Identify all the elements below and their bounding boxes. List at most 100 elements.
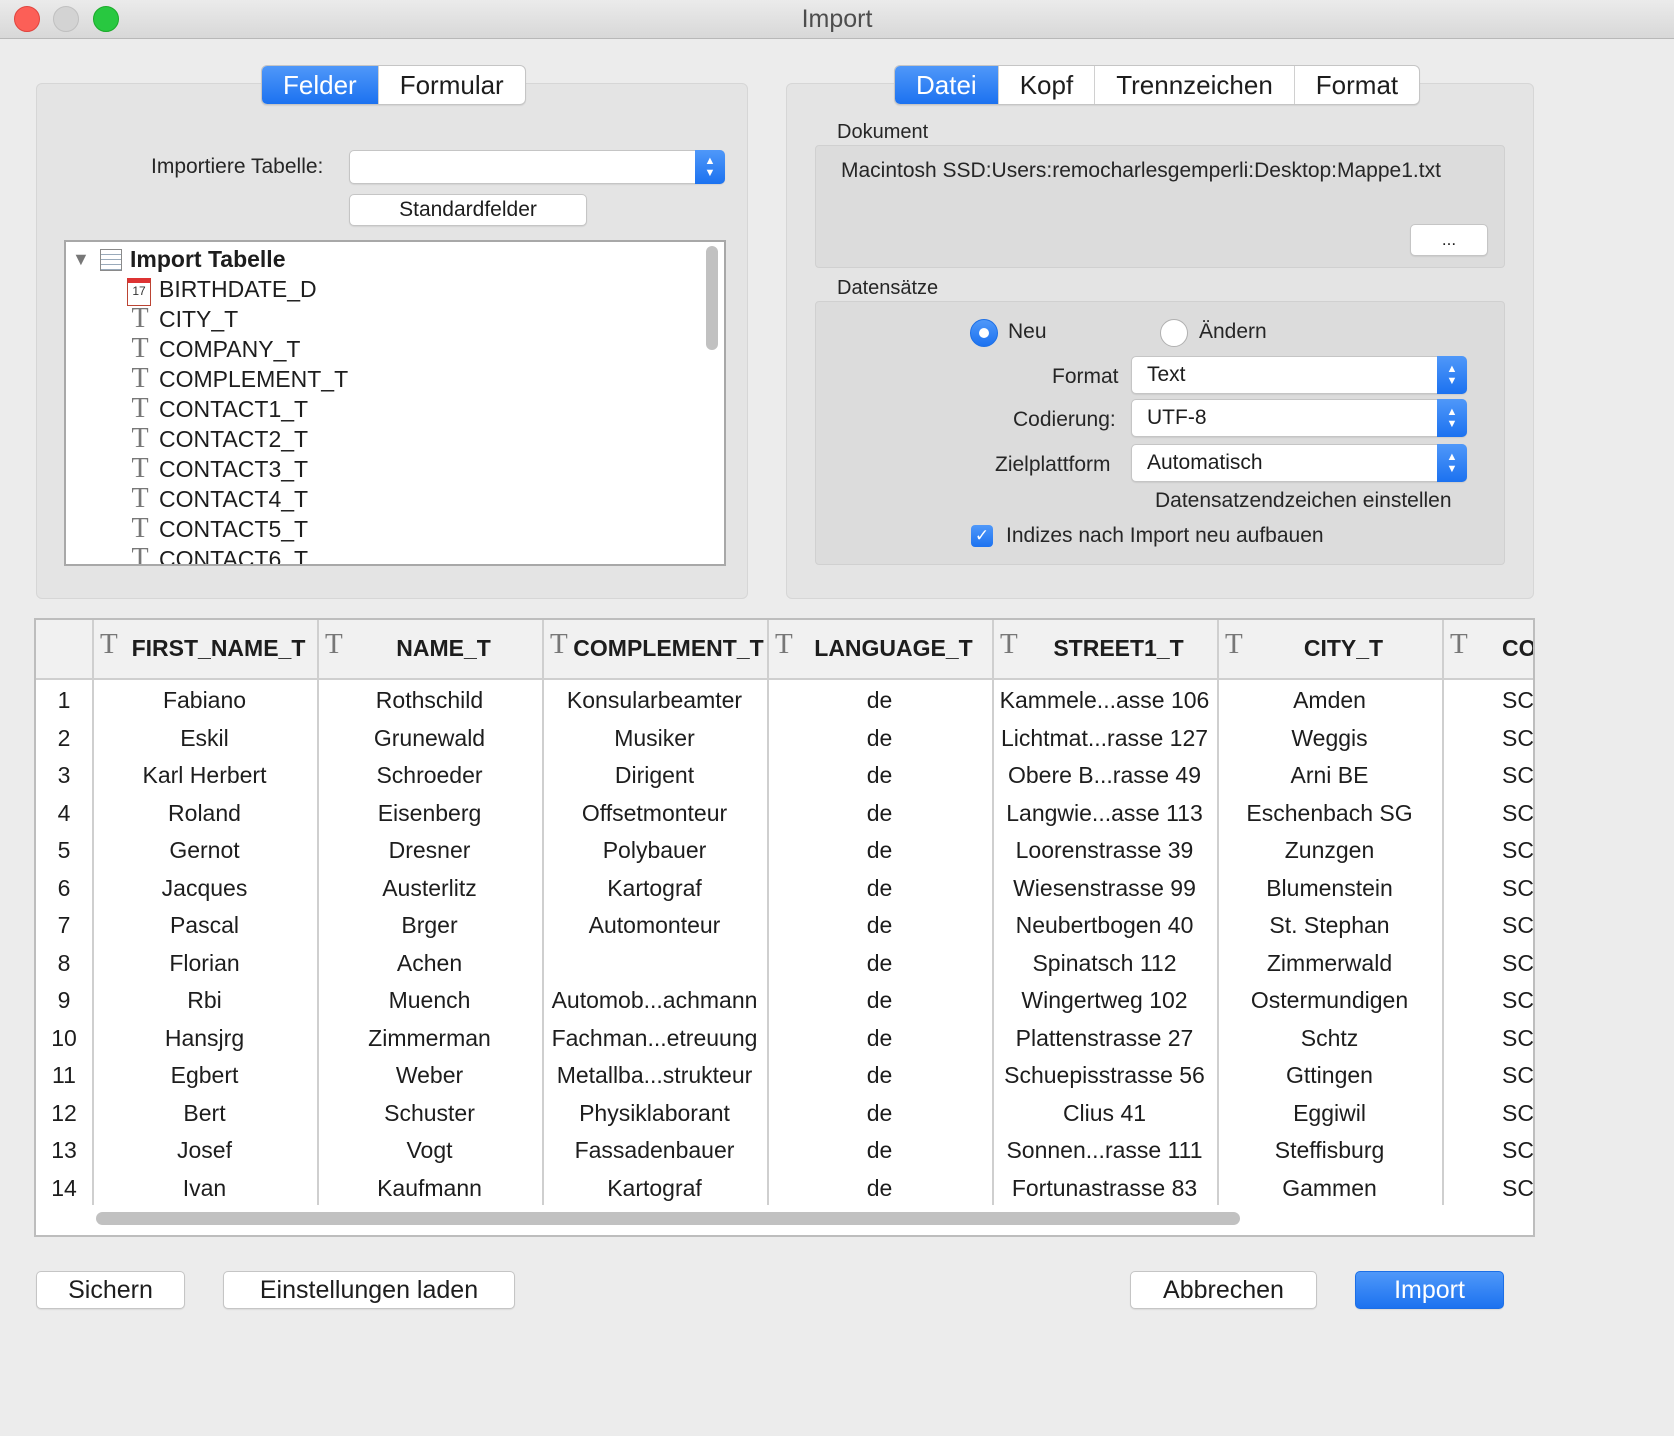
tab-trennzeichen[interactable]: Trennzeichen	[1095, 66, 1295, 104]
table-cell: de	[866, 874, 893, 901]
text-type-icon: T	[131, 513, 149, 544]
field-tree[interactable]: ▼ Import Tabelle 17 BIRTHDATE_D T CITY_T…	[64, 240, 726, 566]
table-cell: Langwie...asse 113	[1006, 799, 1203, 826]
table-cell: de	[866, 949, 893, 976]
column-header[interactable]: T COMPLEMENT_T	[542, 620, 767, 678]
table-cell: Gttingen	[1286, 1062, 1373, 1088]
table-cell: SC	[1502, 874, 1533, 901]
platform-label: Zielplattform	[995, 453, 1111, 476]
table-cell: Dresner	[388, 837, 471, 863]
table-cell: Gernot	[169, 837, 240, 863]
save-settings-button[interactable]: Sichern	[36, 1271, 185, 1309]
table-cell: SC	[1502, 1024, 1533, 1051]
chevron-updown-icon: ▲ ▼	[1437, 444, 1467, 482]
table-cell: Fabiano	[162, 687, 247, 713]
table-cell: de	[866, 912, 893, 938]
row-number: 5	[57, 837, 71, 863]
column-header[interactable]: TCO	[1442, 620, 1533, 678]
table-cell: Amden	[1293, 687, 1366, 713]
row-number: 4	[57, 799, 71, 826]
table-cell: Musiker	[614, 724, 695, 751]
radio-change[interactable]	[1160, 319, 1188, 347]
table-cell: Polybauer	[602, 837, 707, 863]
table-cell: Muench	[388, 987, 471, 1013]
import-table-select[interactable]: ▲ ▼	[349, 150, 725, 184]
standard-fields-button[interactable]: Standardfelder	[349, 194, 587, 226]
table-cell: SC	[1502, 912, 1533, 938]
calendar-icon: 17	[127, 278, 151, 306]
row-number: 13	[51, 1137, 77, 1163]
column-header[interactable]: T STREET1_T	[992, 620, 1217, 678]
table-cell: Loorenstrasse 39	[1015, 837, 1194, 863]
column-header[interactable]: T NAME_T	[317, 620, 542, 678]
rebuild-index-label: Indizes nach Import neu aufbauen	[1006, 524, 1324, 547]
tab-kopf[interactable]: Kopf	[999, 66, 1096, 104]
table-cell: Florian	[169, 949, 240, 976]
format-value: Text	[1147, 363, 1186, 386]
table-cell: Kartograf	[607, 874, 702, 901]
column-header[interactable]: T LANGUAGE_T	[767, 620, 992, 678]
table-cell: Bert	[183, 1099, 226, 1126]
table-cell: de	[866, 837, 893, 863]
document-section-label: Dokument	[837, 121, 929, 143]
record-end-link[interactable]: Datensatzendzeichen einstellen	[1155, 489, 1452, 513]
table-cell: de	[866, 762, 893, 788]
table-cell: Zunzgen	[1284, 837, 1375, 863]
table-cell: Spinatsch 112	[1032, 949, 1177, 976]
table-cell: Brger	[401, 912, 458, 938]
platform-select[interactable]: Automatisch ▲ ▼	[1131, 444, 1467, 482]
tree-field-label: COMPANY_T	[159, 336, 301, 362]
tab-felder[interactable]: Felder	[262, 66, 379, 104]
table-cell: St. Stephan	[1269, 912, 1390, 938]
table-cell: SC	[1502, 1137, 1533, 1163]
load-settings-button[interactable]: Einstellungen laden	[223, 1271, 515, 1309]
table-cell: Weber	[395, 1062, 464, 1088]
table-cell: Sonnen...rasse 111	[1006, 1137, 1203, 1163]
tree-scrollbar[interactable]	[706, 246, 718, 350]
table-cell: Schtz	[1300, 1024, 1359, 1051]
table-cell: Metallba...strukteur	[556, 1062, 753, 1088]
tree-field-label: CONTACT3_T	[159, 456, 309, 482]
row-number: 9	[57, 987, 71, 1013]
row-number: 1	[57, 687, 71, 713]
import-button[interactable]: Import	[1355, 1271, 1504, 1309]
rebuild-index-checkbox[interactable]: ✓	[971, 525, 993, 547]
text-type-icon: T	[131, 363, 149, 394]
table-cell: Plattenstrasse 27	[1015, 1024, 1194, 1051]
preview-table[interactable]: T FIRST_NAME_T T NAME_T T COMPLEMENT_T T LAN…	[34, 618, 1535, 1237]
table-cell: Automob...achmann	[551, 987, 758, 1013]
text-type-icon: T	[131, 333, 149, 364]
row-number: 3	[57, 762, 71, 788]
tab-format[interactable]: Format	[1295, 66, 1419, 104]
table-cell: Kartograf	[607, 1174, 702, 1201]
table-cell: Weggis	[1291, 724, 1368, 751]
browse-button[interactable]: ...	[1410, 224, 1488, 256]
right-tab-bar: Datei Kopf Trennzeichen Format	[894, 65, 1421, 105]
document-path: Macintosh SSD:Users:remocharlesgemperli:…	[841, 159, 1441, 182]
table-cell: Konsularbeamter	[566, 687, 743, 713]
encoding-select[interactable]: UTF-8 ▲ ▼	[1131, 399, 1467, 437]
tab-datei[interactable]: Datei	[895, 66, 999, 104]
table-cell: Gammen	[1282, 1174, 1377, 1201]
radio-new[interactable]	[970, 319, 998, 347]
table-horizontal-scrollbar[interactable]	[96, 1212, 1240, 1225]
table-cell: Blumenstein	[1266, 874, 1393, 901]
window-title: Import	[801, 5, 873, 33]
table-cell: Fachman...etreuung	[551, 1024, 758, 1051]
table-cell: Wiesenstrasse 99	[1013, 874, 1196, 901]
tab-formular[interactable]: Formular	[379, 66, 525, 104]
tree-field-label: CONTACT6_T	[159, 546, 309, 566]
records-section-label: Datensätze	[837, 277, 939, 299]
disclosure-triangle-icon[interactable]: ▼	[72, 244, 90, 274]
chevron-updown-icon: ▲ ▼	[695, 150, 725, 184]
column-header[interactable]: T FIRST_NAME_T	[92, 620, 317, 678]
table-cell: Eggiwil	[1293, 1099, 1366, 1126]
format-select[interactable]: Text ▲ ▼	[1131, 356, 1467, 394]
table-cell: Rbi	[187, 987, 222, 1013]
text-type-icon: T	[131, 423, 149, 454]
table-cell: SC	[1502, 724, 1533, 751]
table-cell: Ivan	[182, 1174, 227, 1201]
table-cell: Austerlitz	[382, 874, 477, 901]
column-header[interactable]: T CITY_T	[1217, 620, 1442, 678]
cancel-button[interactable]: Abbrechen	[1130, 1271, 1317, 1309]
